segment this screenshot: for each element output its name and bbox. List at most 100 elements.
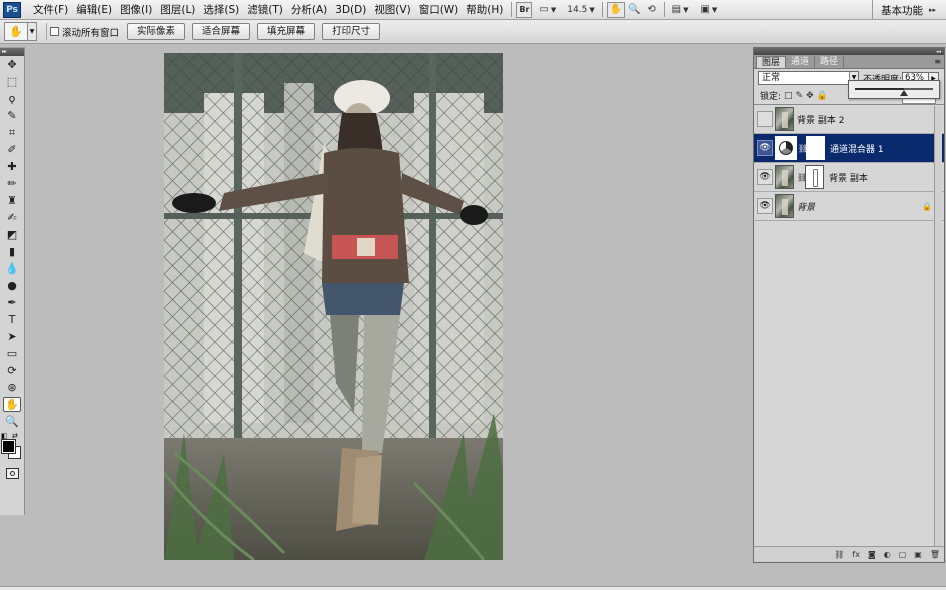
layer-row[interactable]: 👁 背景 副本 2 — [754, 105, 944, 134]
eye-icon: 👁 — [759, 201, 771, 211]
shape-tool-icon: ▭ — [6, 347, 18, 360]
view-button-0[interactable]: 实际像素 — [127, 23, 186, 40]
document-canvas[interactable] — [164, 53, 503, 560]
menu-item-9[interactable]: 窗口(W) — [415, 0, 463, 20]
dodge-tool[interactable]: ● — [0, 277, 24, 294]
path-select-tool-icon: ➤ — [7, 330, 17, 343]
healing-brush-tool[interactable]: ✚ — [0, 158, 24, 175]
move-tool[interactable]: ✥ — [0, 56, 24, 73]
hand-tool[interactable]: ✋ — [3, 397, 21, 412]
add-mask-icon[interactable]: ◙ — [868, 550, 876, 559]
menu-item-2[interactable]: 图像(I) — [116, 0, 156, 20]
workspace-switcher[interactable]: 基本功能 ▸▸ — [871, 0, 946, 20]
lock-position-icon[interactable]: ✥ — [806, 91, 814, 101]
lock-all-icon[interactable]: 🔒 — [817, 91, 828, 101]
view-button-3[interactable]: 打印尺寸 — [322, 23, 381, 40]
trash-icon[interactable]: 🗑 — [930, 550, 940, 559]
menu-item-0[interactable]: 文件(F) — [29, 0, 72, 20]
3d-orbit-tool[interactable]: ⊛ — [0, 379, 24, 396]
chevron-down-icon: ▼ — [711, 5, 718, 14]
layer-visibility-toggle[interactable]: 👁 — [757, 198, 773, 214]
opacity-slider-thumb[interactable] — [900, 90, 909, 96]
screen-mode-menu-button[interactable]: ▣ ▼ — [697, 2, 720, 18]
layer-row[interactable]: 👁 ⛓ 通道混合器 1 — [754, 134, 944, 163]
layer-mask-thumbnail[interactable] — [806, 136, 825, 160]
panel-tab-1[interactable]: 通道 — [786, 56, 816, 68]
fx-icon[interactable]: fx — [852, 550, 860, 559]
lock-pixels-icon[interactable]: ✎ — [796, 91, 804, 101]
link-icon[interactable]: ⛓ — [797, 173, 807, 182]
group-icon[interactable]: ▢ — [899, 550, 907, 559]
opacity-slider-track[interactable] — [855, 88, 933, 90]
blend-mode-select[interactable]: 正常 ▼ — [758, 71, 859, 85]
screen-mode-button[interactable]: ▭ ▼ — [536, 2, 559, 18]
layer-mask-thumbnail[interactable] — [805, 165, 824, 189]
adjustment-icon[interactable]: ◐ — [884, 550, 891, 559]
layer-row[interactable]: 👁 ⛓ 背景 副本 — [754, 163, 944, 192]
panel-tab-2[interactable]: 路径 — [815, 56, 845, 68]
brush-tool[interactable]: ✏ — [0, 175, 24, 192]
hand-tool-button[interactable]: ✋ — [606, 1, 626, 18]
view-button-2[interactable]: 填充屏幕 — [257, 23, 316, 40]
checkbox-box[interactable] — [50, 27, 59, 36]
layer-row[interactable]: 👁 背景 🔒 — [754, 192, 944, 221]
layer-thumbnail[interactable] — [775, 107, 794, 131]
toolbox-grip[interactable]: ▸▸ — [0, 48, 24, 56]
layer-thumbnail[interactable] — [775, 194, 794, 218]
lock-transparency-icon[interactable]: □ — [784, 91, 793, 101]
fill-input[interactable] — [902, 99, 936, 104]
layers-scrollbar[interactable] — [934, 106, 942, 546]
photo-image — [164, 53, 503, 560]
panel-titlebar[interactable]: ◂◂ — [754, 48, 944, 55]
view-button-1[interactable]: 适合屏幕 — [192, 23, 251, 40]
zoom-tool[interactable]: 🔍 — [0, 413, 24, 430]
menu-item-8[interactable]: 视图(V) — [370, 0, 414, 20]
layer-visibility-toggle[interactable]: 👁 — [757, 111, 773, 127]
quick-select-tool[interactable]: ✎ — [0, 107, 24, 124]
tool-preset-dropdown[interactable]: ▼ — [28, 22, 37, 41]
eraser-tool[interactable]: ◩ — [0, 226, 24, 243]
menu-item-4[interactable]: 选择(S) — [199, 0, 243, 20]
panel-tab-0[interactable]: 图层 — [756, 56, 787, 68]
swap-colors-icon[interactable]: ⇄ — [12, 432, 18, 440]
lasso-tool[interactable]: ϙ — [0, 90, 24, 107]
scroll-all-windows-checkbox[interactable]: 滚动所有窗口 — [50, 25, 119, 39]
link-icon[interactable]: ⛓ — [798, 144, 808, 153]
default-colors-icon[interactable]: ◧ — [1, 432, 8, 440]
rotate-view-button[interactable]: ⟲ — [644, 2, 660, 18]
blur-tool[interactable]: 💧 — [0, 260, 24, 277]
layer-thumbnail[interactable] — [775, 165, 794, 189]
menu-item-3[interactable]: 图层(L) — [156, 0, 199, 20]
tool-preset-picker[interactable]: ✋ — [4, 22, 28, 41]
arrange-documents-button[interactable]: ▤ ▼ — [669, 2, 692, 18]
gradient-tool[interactable]: ▮ — [0, 243, 24, 260]
eraser-tool-icon: ◩ — [6, 228, 18, 241]
crop-tool[interactable]: ⌗ — [0, 124, 24, 141]
path-select-tool[interactable]: ➤ — [0, 328, 24, 345]
adjustment-layer-icon[interactable] — [775, 136, 797, 160]
menu-item-7[interactable]: 3D(D) — [331, 0, 370, 20]
zoom-level[interactable]: 14.5 ▼ — [559, 5, 597, 15]
link-layers-icon[interactable]: ⛓ — [834, 550, 844, 559]
foreground-color-swatch[interactable] — [1, 439, 16, 454]
eyedropper-tool[interactable]: ✐ — [0, 141, 24, 158]
lock-row: 锁定: □ ✎ ✥ 🔒 — [754, 80, 944, 104]
shape-tool[interactable]: ▭ — [0, 345, 24, 362]
bridge-button[interactable]: Br — [516, 1, 533, 18]
type-tool[interactable]: T — [0, 311, 24, 328]
new-layer-icon[interactable]: ▣ — [914, 550, 922, 559]
layer-visibility-toggle[interactable]: 👁 — [757, 169, 773, 185]
menu-item-6[interactable]: 分析(A) — [287, 0, 331, 20]
menu-item-10[interactable]: 帮助(H) — [462, 0, 507, 20]
menu-item-1[interactable]: 编辑(E) — [72, 0, 116, 20]
layer-visibility-toggle[interactable]: 👁 — [757, 140, 773, 156]
clone-stamp-tool[interactable]: ♜ — [0, 192, 24, 209]
history-brush-tool[interactable]: ✍ — [0, 209, 24, 226]
quick-mask-button[interactable] — [5, 468, 19, 479]
panel-menu-icon[interactable]: ≡ — [934, 57, 941, 66]
marquee-tool[interactable]: ⬚ — [0, 73, 24, 90]
zoom-tool-button[interactable]: 🔍 — [625, 2, 643, 18]
3d-rotate-tool[interactable]: ⟳ — [0, 362, 24, 379]
pen-tool[interactable]: ✒ — [0, 294, 24, 311]
menu-item-5[interactable]: 滤镜(T) — [243, 0, 287, 20]
